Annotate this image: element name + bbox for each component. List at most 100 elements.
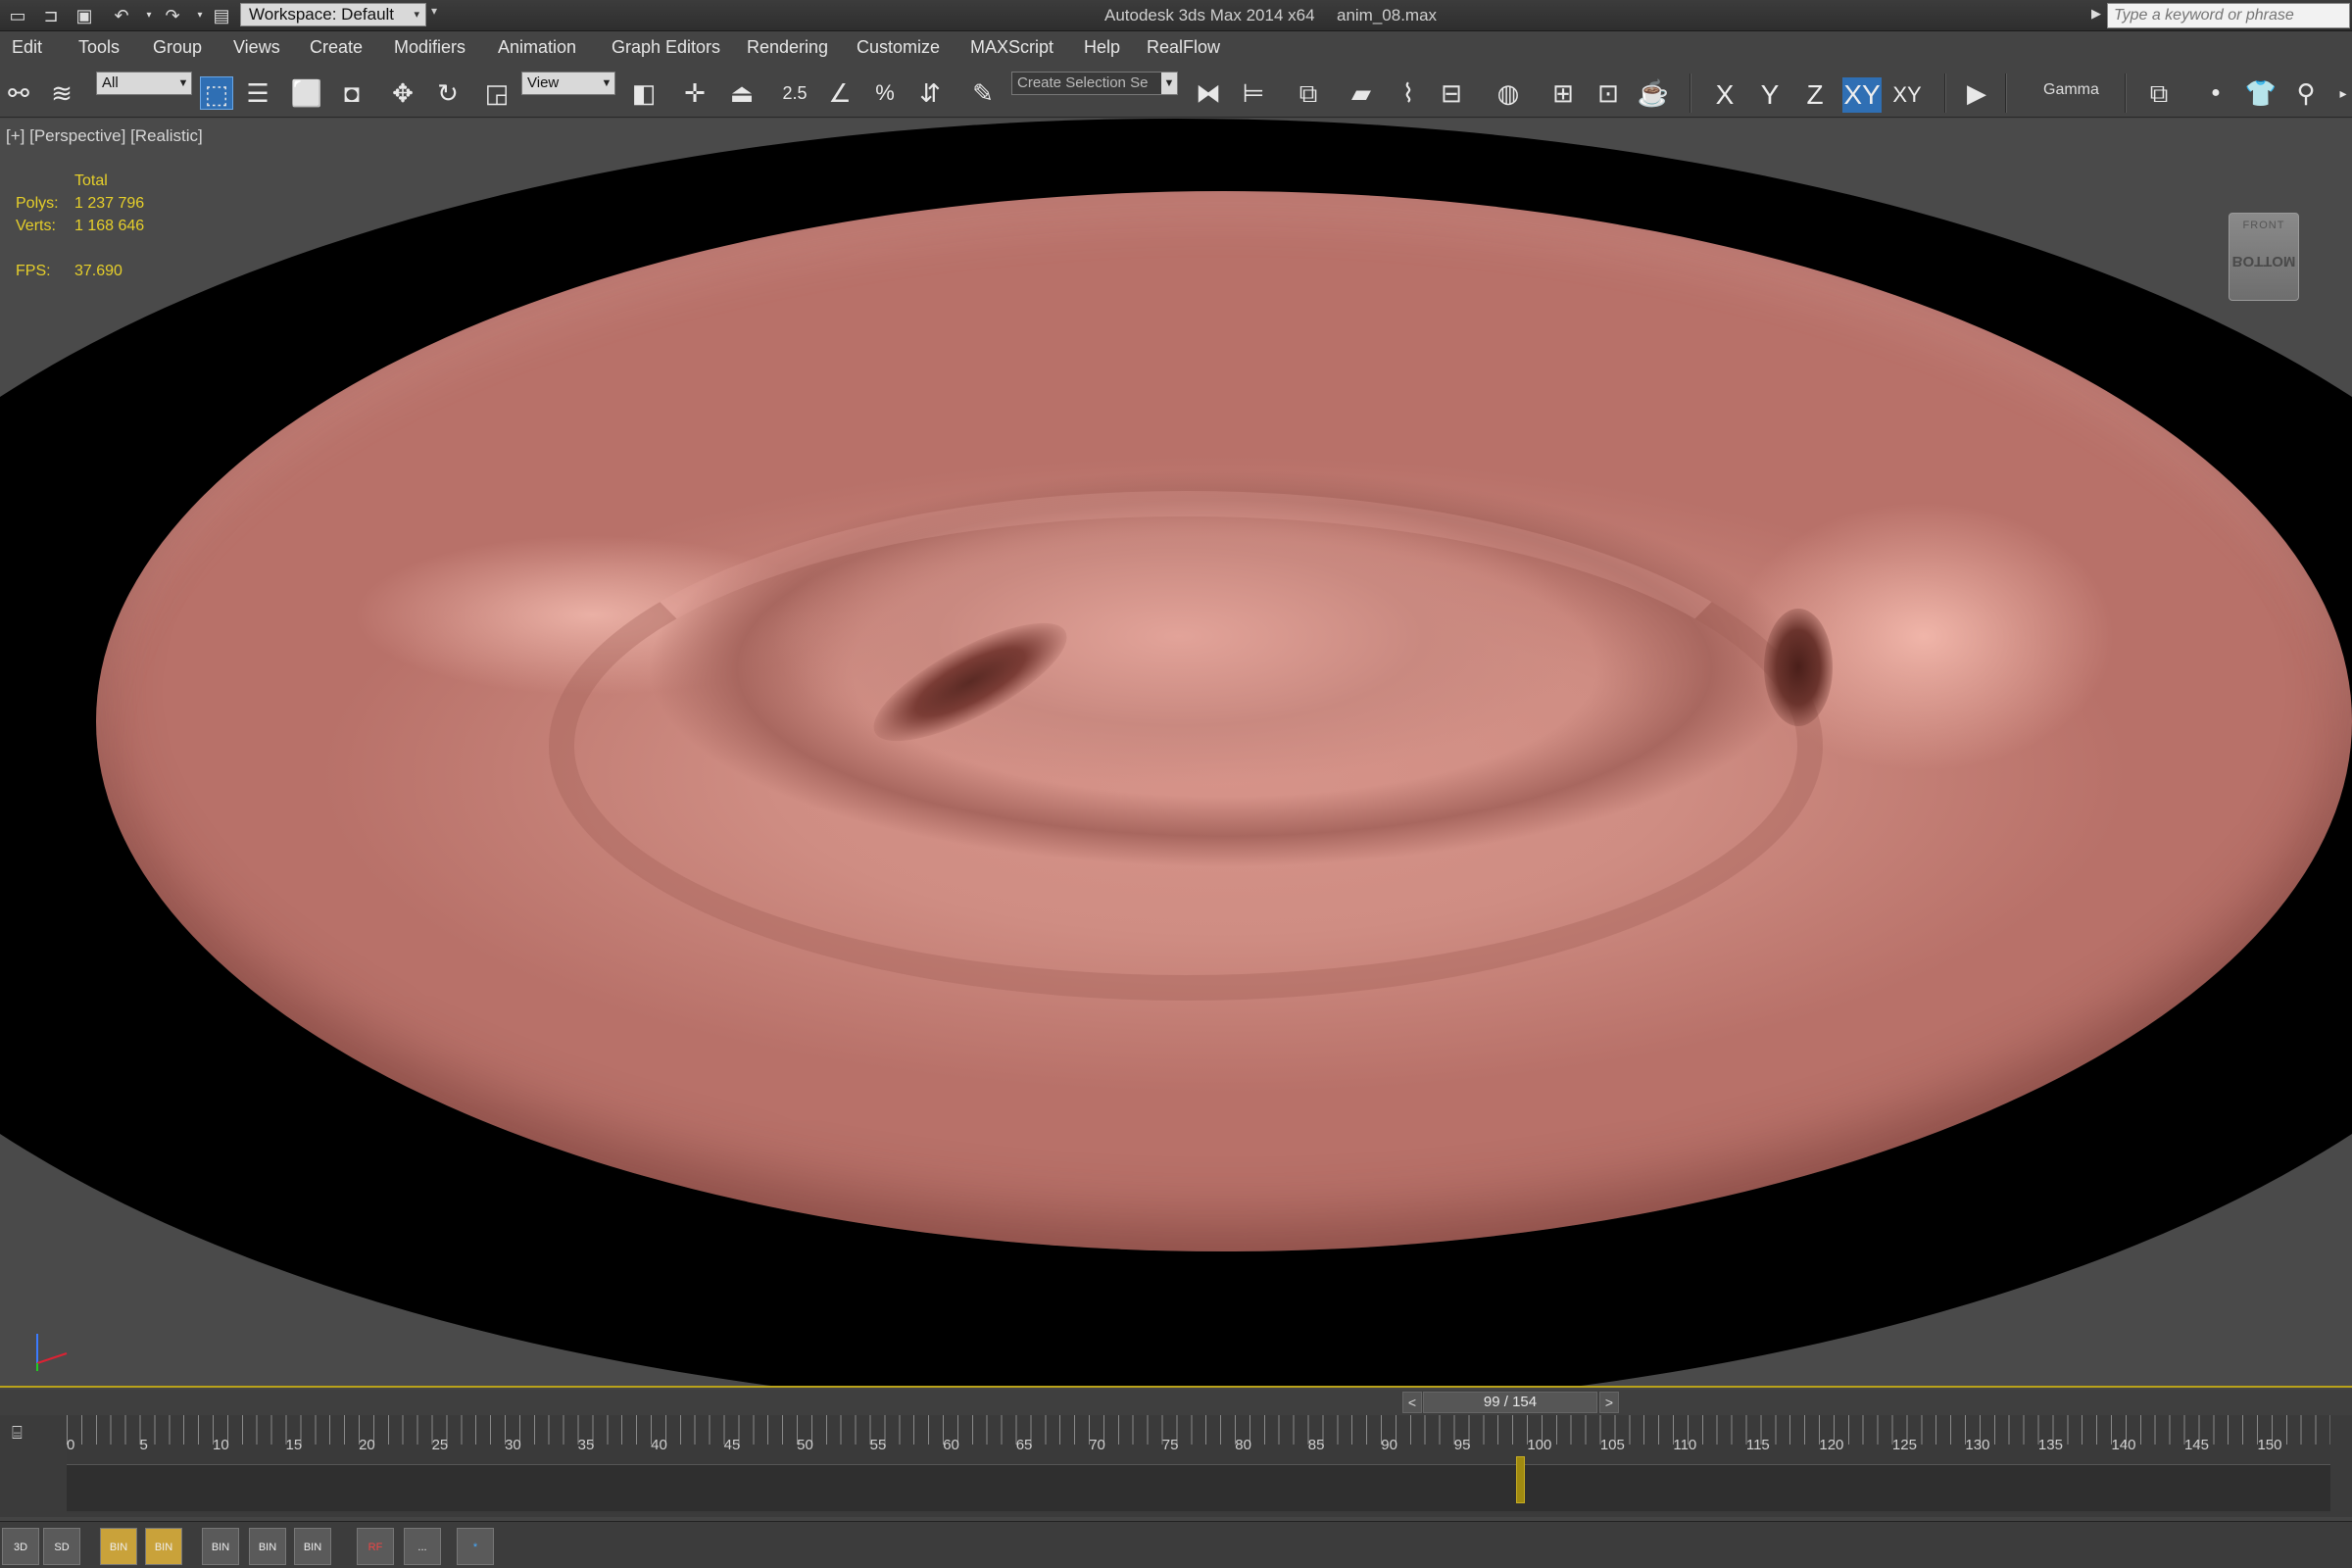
search-expand-icon[interactable]: ▶	[2091, 6, 2101, 22]
menu-create[interactable]: Create	[310, 37, 363, 58]
layer-manager-icon[interactable]: ⧉	[1292, 76, 1325, 110]
pivot-center-icon[interactable]: ◧	[627, 76, 661, 110]
play-preview-icon[interactable]: ▶	[1960, 76, 1993, 110]
stats-verts-row: Verts: 1 168 646	[16, 215, 144, 237]
title-bar: ▭ ⊐ ▣ ↶ ▾ ↷ ▾ ▤ Workspace: Default ▾ ▾ A…	[0, 0, 2352, 31]
menu-help[interactable]: Help	[1084, 37, 1120, 58]
percent-snap-label: %	[875, 80, 895, 105]
select-object-icon[interactable]: ⬚	[200, 76, 233, 110]
undo-icon[interactable]: ↶	[110, 4, 133, 27]
next-frame-button[interactable]: >	[1599, 1392, 1619, 1413]
shelf-button[interactable]: BIN	[202, 1528, 239, 1565]
viewcube[interactable]: FRONT BOTTOM	[2229, 213, 2299, 301]
gamma-label[interactable]: Gamma	[2043, 81, 2099, 99]
material-editor-icon[interactable]: ◍	[1492, 76, 1525, 110]
shelf-button[interactable]: RF	[357, 1528, 394, 1565]
brush-icon[interactable]: ⚲	[2289, 76, 2323, 110]
select-manipulate-icon[interactable]: ✛	[678, 76, 711, 110]
open-file-icon[interactable]: ⊐	[39, 4, 63, 27]
window-crossing-icon[interactable]: ◘	[335, 76, 368, 110]
percent-snap-icon[interactable]: %	[868, 76, 902, 110]
menu-maxscript[interactable]: MAXScript	[970, 37, 1054, 58]
tick-label: 0	[67, 1437, 75, 1453]
menu-graph-editors[interactable]: Graph Editors	[612, 37, 720, 58]
mirror-icon[interactable]: ⧓	[1192, 76, 1225, 110]
shelf-button[interactable]: 3D	[2, 1528, 39, 1565]
rectangular-selection-icon[interactable]: ⬜	[290, 76, 323, 110]
axis-z-button[interactable]: Z	[1795, 77, 1835, 113]
tick-label: 90	[1381, 1437, 1397, 1453]
redo-dropdown-icon[interactable]: ▾	[188, 4, 212, 27]
shelf-button[interactable]: SD	[43, 1528, 80, 1565]
menu-realflow[interactable]: RealFlow	[1147, 37, 1220, 58]
render-production-icon[interactable]: ☕	[1637, 76, 1670, 110]
shelf-button[interactable]: BIN	[294, 1528, 331, 1565]
rendered-frame-icon[interactable]: ⊡	[1592, 76, 1625, 110]
stats-polys-row: Polys: 1 237 796	[16, 192, 144, 215]
quick-access-dropdown-icon[interactable]: ▾	[431, 4, 437, 18]
snap-toggle-icon[interactable]: 2.5	[778, 76, 811, 110]
undo-dropdown-icon[interactable]: ▾	[137, 4, 161, 27]
menu-edit[interactable]: Edit	[12, 37, 42, 58]
tick-label: 105	[1599, 1437, 1625, 1453]
keyboard-shortcut-override-icon[interactable]: ⏏	[725, 76, 759, 110]
rotate-icon[interactable]: ↻	[431, 76, 465, 110]
shelf-button[interactable]: BIN	[249, 1528, 286, 1565]
redo-icon[interactable]: ↷	[161, 4, 184, 27]
menu-rendering[interactable]: Rendering	[747, 37, 828, 58]
timeline-playhead[interactable]	[1516, 1456, 1526, 1503]
shelf-button[interactable]: BIN	[145, 1528, 182, 1565]
save-icon[interactable]: ▣	[73, 4, 96, 27]
workspace-selector[interactable]: Workspace: Default ▾	[240, 3, 426, 26]
shelf-button[interactable]: *	[457, 1528, 494, 1565]
previous-frame-button[interactable]: <	[1402, 1392, 1422, 1413]
select-by-name-icon[interactable]: ☰	[241, 76, 274, 110]
shelf-button[interactable]: BIN	[100, 1528, 137, 1565]
menu-customize[interactable]: Customize	[857, 37, 940, 58]
menu-modifiers[interactable]: Modifiers	[394, 37, 466, 58]
link-icon[interactable]: ⚯	[2, 76, 35, 110]
align-icon[interactable]: ⊨	[1237, 76, 1270, 110]
menu-views[interactable]: Views	[233, 37, 280, 58]
more-tools-icon[interactable]: ▸	[2327, 76, 2352, 110]
curve-editor-icon[interactable]: ⌇	[1392, 76, 1425, 110]
tick-label: 140	[2111, 1437, 2136, 1453]
time-slider[interactable]: < 99 / 154 >	[0, 1390, 2352, 1415]
axis-x-button[interactable]: X	[1705, 77, 1744, 113]
key-strip[interactable]	[67, 1464, 2330, 1511]
angle-snap-icon[interactable]: ∠	[823, 76, 857, 110]
axis-xy-button[interactable]: XY	[1842, 77, 1882, 113]
fluid-fold	[549, 491, 1823, 1001]
tick-label: 145	[2183, 1437, 2209, 1453]
cloth-icon[interactable]: 👕	[2244, 76, 2278, 110]
perspective-viewport[interactable]: [+] [Perspective] [Realistic] Total Poly…	[0, 119, 2352, 1388]
edit-named-selection-icon[interactable]: ✎	[966, 76, 1000, 110]
search-input[interactable]	[2107, 3, 2350, 28]
scale-icon[interactable]: ◲	[480, 76, 514, 110]
sphere-icon[interactable]: ●	[2199, 76, 2232, 110]
project-folder-icon[interactable]: ▤	[210, 4, 233, 27]
selection-filter-select[interactable]: All ▼	[96, 72, 192, 95]
menu-animation[interactable]: Animation	[498, 37, 576, 58]
scene-explorer-icon[interactable]: ⧉	[2142, 76, 2176, 110]
reference-coordinate-select[interactable]: View ▼	[521, 72, 615, 95]
unlink-icon[interactable]: ≋	[45, 76, 78, 110]
menu-tools[interactable]: Tools	[78, 37, 120, 58]
menu-group[interactable]: Group	[153, 37, 202, 58]
spinner-snap-icon[interactable]: ⇵	[913, 76, 947, 110]
axis-tripod-icon	[36, 1334, 68, 1371]
named-selection-set-placeholder: Create Selection Se	[1017, 74, 1149, 91]
shelf-button[interactable]: ...	[404, 1528, 441, 1565]
current-frame-indicator[interactable]: 99 / 154	[1423, 1392, 1597, 1413]
viewport-label[interactable]: [+] [Perspective] [Realistic]	[6, 126, 203, 146]
ribbon-toggle-icon[interactable]: ▰	[1345, 76, 1378, 110]
named-selection-set-select[interactable]: Create Selection Se ▼	[1011, 72, 1178, 95]
mini-curve-editor-icon[interactable]: ⌸	[12, 1423, 41, 1446]
move-icon[interactable]: ✥	[386, 76, 419, 110]
new-file-icon[interactable]: ▭	[6, 4, 29, 27]
frame-ruler[interactable]: 0 5 10 15 20 25 30 35 40 45 50 55 60 65 70 75 80 85 90 95 10…	[67, 1415, 2330, 1513]
schematic-view-icon[interactable]: ⊟	[1435, 76, 1468, 110]
render-setup-icon[interactable]: ⊞	[1546, 76, 1580, 110]
axis-y-button[interactable]: Y	[1750, 77, 1789, 113]
axis-xy-cycle-button[interactable]: XY	[1887, 77, 1927, 113]
